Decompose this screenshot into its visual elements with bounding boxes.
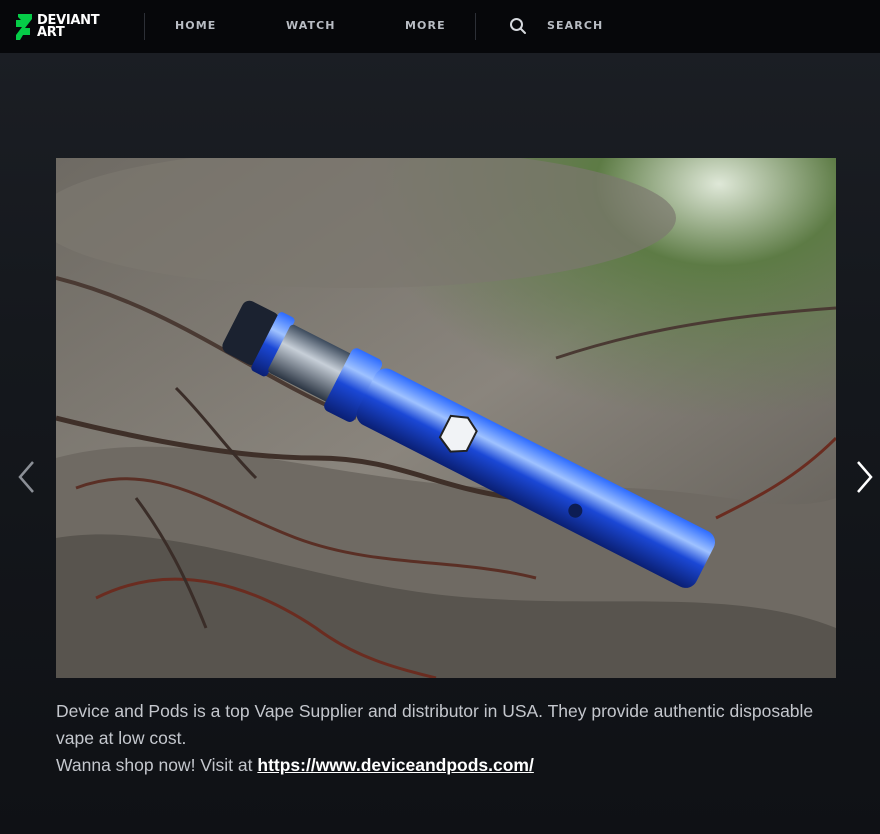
chevron-right-icon[interactable] (853, 460, 875, 494)
logo-line-2: ART (37, 25, 65, 40)
deviantart-logo-icon (16, 14, 32, 40)
deviantart-logo[interactable]: DEVIANT ART (15, 13, 115, 41)
description-line-2: Wanna shop now! Visit at https://www.dev… (56, 752, 836, 779)
chevron-left-icon[interactable] (16, 460, 38, 494)
deviation-image[interactable] (56, 158, 836, 678)
logo-wordmark: DEVIANT ART (37, 14, 100, 40)
nav-more[interactable]: MORE (405, 19, 446, 32)
deviceandpods-link[interactable]: https://www.deviceandpods.com/ (257, 755, 533, 775)
deviation-description: Device and Pods is a top Vape Supplier a… (56, 698, 836, 779)
description-prefix: Wanna shop now! Visit at (56, 755, 258, 775)
search-icon[interactable] (509, 17, 527, 35)
nav-divider (144, 13, 145, 40)
search-button[interactable]: SEARCH (547, 19, 603, 32)
nav-watch[interactable]: WATCH (286, 19, 336, 32)
description-line-1: Device and Pods is a top Vape Supplier a… (56, 701, 814, 748)
nav-home[interactable]: HOME (175, 19, 216, 32)
top-navigation-bar: DEVIANT ART HOME WATCH MORE SEARCH (0, 0, 880, 53)
nav-divider (475, 13, 476, 40)
vape-device-photo (56, 158, 836, 678)
